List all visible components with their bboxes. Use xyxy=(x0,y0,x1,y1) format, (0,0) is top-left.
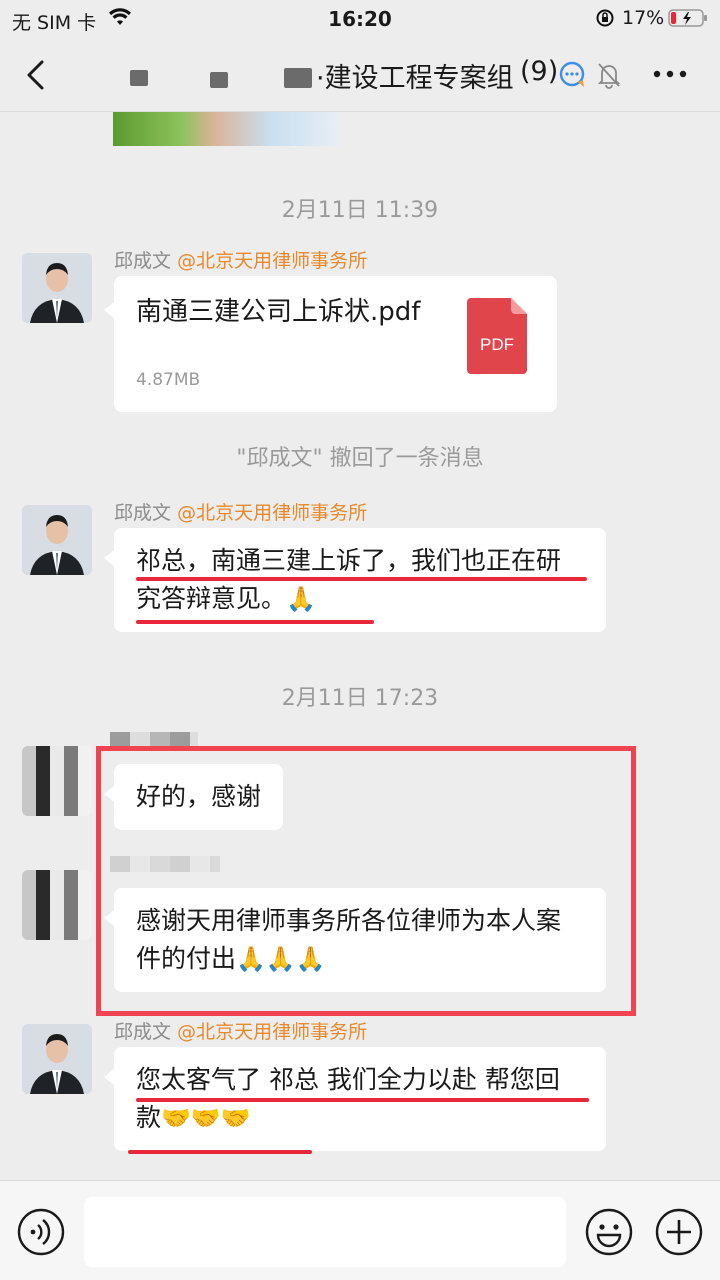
annotation-underline xyxy=(128,1150,312,1154)
shared-image-thumbnail[interactable] xyxy=(113,112,339,146)
sender-name: 邱成文 @北京天用律师事务所 xyxy=(114,1017,367,1044)
pray-emoji: 🙏 xyxy=(286,585,316,613)
svg-text:PDF: PDF xyxy=(480,335,514,354)
avatar[interactable] xyxy=(22,253,92,323)
input-bar xyxy=(0,1180,720,1280)
timestamp: 2月11日 11:39 xyxy=(281,198,439,223)
avatar[interactable] xyxy=(22,746,92,816)
file-size: 4.87MB xyxy=(136,370,201,390)
chat-title[interactable]: ·建设工程专案组 xyxy=(316,56,520,95)
avatar[interactable] xyxy=(22,870,92,940)
annotation-underline xyxy=(136,577,587,581)
message-input[interactable] xyxy=(84,1197,566,1267)
timestamp: 2月11日 17:23 xyxy=(281,686,439,711)
avatar[interactable] xyxy=(22,505,92,575)
sender-label: 邱成文 xyxy=(114,1021,172,1043)
status-bar: 无 SIM 卡 16:20 17% xyxy=(0,0,720,40)
annotation-box xyxy=(96,746,636,1016)
orientation-lock-icon xyxy=(596,9,614,27)
enterprise-chat-icon xyxy=(559,61,585,87)
redacted-title-part xyxy=(210,72,228,88)
annotation-underline xyxy=(136,620,374,624)
redacted-title-part xyxy=(284,68,312,88)
emoji-icon[interactable] xyxy=(584,1207,634,1257)
sender-org: @北京天用律师事务所 xyxy=(177,1021,368,1043)
plus-icon[interactable] xyxy=(654,1207,704,1257)
file-name: 南通三建公司上诉状.pdf xyxy=(136,297,421,327)
battery-icon xyxy=(668,9,707,27)
person-avatar-icon xyxy=(22,1024,92,1094)
annotation-underline xyxy=(136,1098,589,1102)
voice-icon[interactable] xyxy=(16,1207,66,1257)
person-avatar-icon xyxy=(22,505,92,575)
sender-name: 邱成文 @北京天用律师事务所 xyxy=(114,498,367,525)
chat-header: ·建设工程专案组 (9) xyxy=(0,40,720,112)
sender-label: 邱成文 xyxy=(114,502,172,524)
pdf-file-icon: PDF xyxy=(467,298,527,374)
redacted-title-part xyxy=(130,70,148,86)
sender-org: @北京天用律师事务所 xyxy=(177,250,368,272)
chevron-left-icon[interactable] xyxy=(22,58,52,92)
battery-percent: 17% xyxy=(622,7,665,29)
more-icon[interactable] xyxy=(652,68,688,80)
person-avatar-icon xyxy=(22,253,92,323)
sender-org: @北京天用律师事务所 xyxy=(177,502,368,524)
sender-label: 邱成文 xyxy=(114,250,172,272)
avatar[interactable] xyxy=(22,1024,92,1094)
mute-bell-icon xyxy=(597,63,621,89)
member-count: (9) xyxy=(520,56,559,87)
sender-name: 邱成文 @北京天用律师事务所 xyxy=(114,246,367,273)
handshake-emoji: 🤝🤝🤝 xyxy=(161,1104,251,1132)
recall-notice: "邱成文" 撤回了一条消息 xyxy=(236,446,484,471)
file-message[interactable]: 南通三建公司上诉状.pdf 4.87MB PDF xyxy=(104,276,557,412)
